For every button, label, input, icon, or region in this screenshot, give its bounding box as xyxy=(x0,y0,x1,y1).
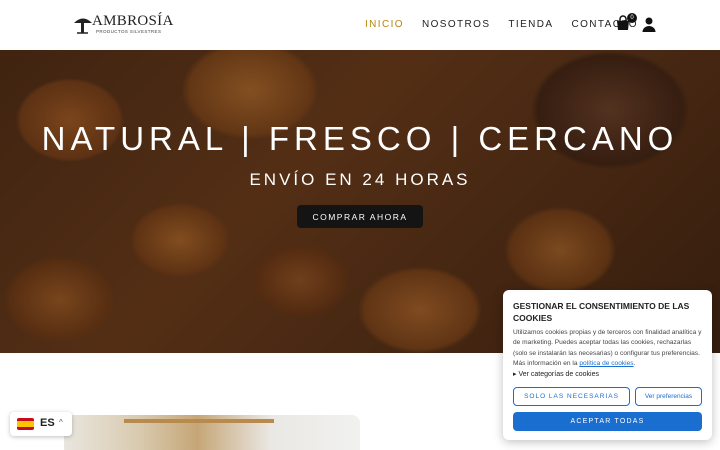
cookie-policy-link[interactable]: política de cookies xyxy=(579,360,633,367)
hero-subtitle: ENVÍO EN 24 HORAS xyxy=(249,170,471,189)
site-header: AMBROSÍA PRODUCTOS SILVESTRES INICIO NOS… xyxy=(0,0,720,50)
user-icon xyxy=(642,17,656,32)
logo-tagline: PRODUCTOS SILVESTRES xyxy=(96,29,162,34)
nav-item-nosotros[interactable]: NOSOTROS xyxy=(422,19,490,30)
comprar-ahora-button[interactable]: COMPRAR AHORA xyxy=(297,205,423,228)
cookie-text-end: . xyxy=(633,360,636,368)
account-button[interactable] xyxy=(642,17,656,32)
hero-title: NATURAL | FRESCO | CERCANO xyxy=(41,120,679,157)
mushroom-logo-icon xyxy=(74,18,92,34)
chevron-up-icon: ^ xyxy=(59,418,63,427)
cart-button[interactable]: 0 xyxy=(615,13,637,33)
main-nav: INICIO NOSOTROS TIENDA CONTACTO xyxy=(365,19,638,30)
ambrosia-logo[interactable]: AMBROSÍA PRODUCTOS SILVESTRES xyxy=(72,13,173,37)
cart-count-badge: 0 xyxy=(627,13,637,23)
content-image xyxy=(64,415,360,450)
nav-item-inicio[interactable]: INICIO xyxy=(365,19,404,30)
cookie-description: Utilizamos cookies propias y de terceros… xyxy=(513,328,705,370)
accept-all-button[interactable]: ACEPTAR TODAS xyxy=(513,412,702,431)
cookie-consent-panel: GESTIONAR EL CONSENTIMIENTO DE LAS COOKI… xyxy=(503,290,712,440)
only-necessary-button[interactable]: SOLO LAS NECESARIAS xyxy=(513,387,630,406)
cookie-title: GESTIONAR EL CONSENTIMIENTO DE LAS COOKI… xyxy=(513,301,690,323)
language-code: ES xyxy=(40,417,55,429)
view-preferences-button[interactable]: Ver preferencias xyxy=(635,387,702,406)
spain-flag-icon xyxy=(17,418,34,430)
nav-item-tienda[interactable]: TIENDA xyxy=(508,19,553,30)
logo-name: AMBROSÍA xyxy=(92,13,174,29)
cookie-categories-toggle[interactable]: ▸ Ver categorías de cookies xyxy=(513,370,599,378)
language-selector[interactable]: ES ^ xyxy=(10,412,72,436)
